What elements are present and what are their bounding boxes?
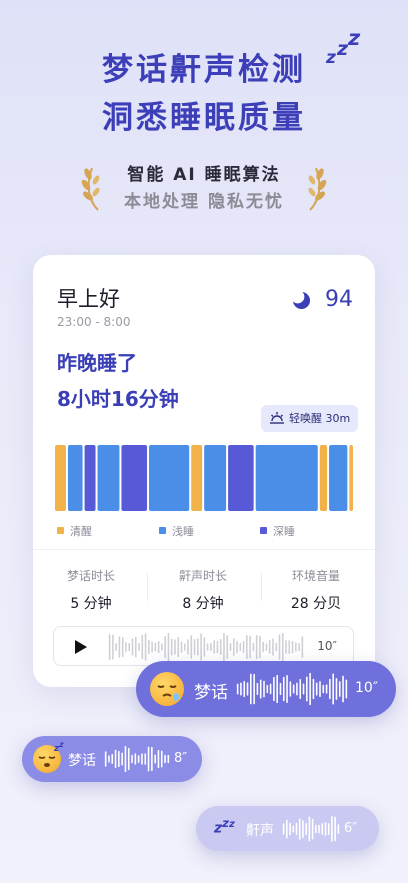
stage-segment-light xyxy=(329,445,348,511)
stat-separator xyxy=(147,573,148,601)
play-icon[interactable] xyxy=(75,640,87,654)
audio-duration: 10″ xyxy=(317,639,337,653)
stat-talk-duration: 梦话时长 5 分钟 xyxy=(66,569,115,612)
bubble-duration: 6″ xyxy=(344,821,358,836)
bubble-label: 梦话 xyxy=(194,683,228,703)
stage-segment-deep xyxy=(121,445,148,511)
sleepy-face-emoji xyxy=(150,672,184,706)
slept-label: 昨晚睡了 xyxy=(57,351,137,375)
stage-segment-light xyxy=(97,445,120,511)
bubble-duration: 10″ xyxy=(355,680,379,696)
audio-player[interactable]: 10″ xyxy=(53,626,354,666)
stage-segment-awake xyxy=(319,445,328,511)
stage-segment-awake xyxy=(349,445,353,511)
stage-segment-deep xyxy=(228,445,254,511)
subtitle-privacy: 本地处理 隐私无忧 xyxy=(124,192,284,212)
sleep-time-range: 23:00 - 8:00 xyxy=(57,315,131,329)
bubble-duration: 8″ xyxy=(174,751,188,766)
headline-line-2: 洞悉睡眠质量 xyxy=(102,100,306,136)
zzz-icon: zz xyxy=(54,740,64,754)
bubble-label: 鼾声 xyxy=(246,823,274,839)
legend-deep: 深睡 xyxy=(260,523,295,539)
legend-light: 浅睡 xyxy=(159,523,194,539)
waveform-icon xyxy=(104,746,170,772)
sleep-score: 94 xyxy=(325,287,353,312)
subtitle-ai: 智能 AI 睡眠算法 xyxy=(127,165,281,185)
stage-segment-light xyxy=(255,445,318,511)
sleep-stage-chart xyxy=(55,445,353,511)
waveform-icon xyxy=(108,633,304,661)
greeting: 早上好 xyxy=(57,287,120,311)
stage-segment-light xyxy=(204,445,227,511)
divider xyxy=(33,549,375,550)
stat-separator xyxy=(261,573,262,601)
stage-segment-awake xyxy=(55,445,66,511)
smart-wake-badge[interactable]: 轻唤醒 30m xyxy=(261,405,359,432)
bubble-label: 梦话 xyxy=(68,753,96,769)
zzz-icon: zzz xyxy=(214,816,235,837)
talk-clip-bubble-1[interactable]: 梦话 10″ xyxy=(136,661,396,717)
slept-duration: 8小时16分钟 xyxy=(57,387,179,411)
talk-clip-bubble-2[interactable]: zz 梦话 8″ xyxy=(22,736,202,782)
snore-clip-bubble[interactable]: zzz 鼾声 6″ xyxy=(196,806,379,851)
stage-segment-light xyxy=(149,445,190,511)
waveform-icon xyxy=(236,673,348,705)
stage-segment-awake xyxy=(191,445,203,511)
sunrise-icon xyxy=(270,412,284,424)
sleep-report-card[interactable]: 早上好 23:00 - 8:00 94 昨晚睡了 8小时16分钟 轻唤醒 30m… xyxy=(33,255,375,687)
stat-snore-duration: 鼾声时长 8 分钟 xyxy=(178,569,227,612)
stage-segment-deep xyxy=(84,445,96,511)
smart-wake-label: 轻唤醒 30m xyxy=(289,412,351,425)
stage-segment-light xyxy=(67,445,83,511)
waveform-icon xyxy=(282,816,340,842)
moon-score-icon xyxy=(292,291,311,310)
stat-ambient-volume: 环境音量 28 分贝 xyxy=(290,569,342,612)
legend-awake: 清醒 xyxy=(57,523,92,539)
